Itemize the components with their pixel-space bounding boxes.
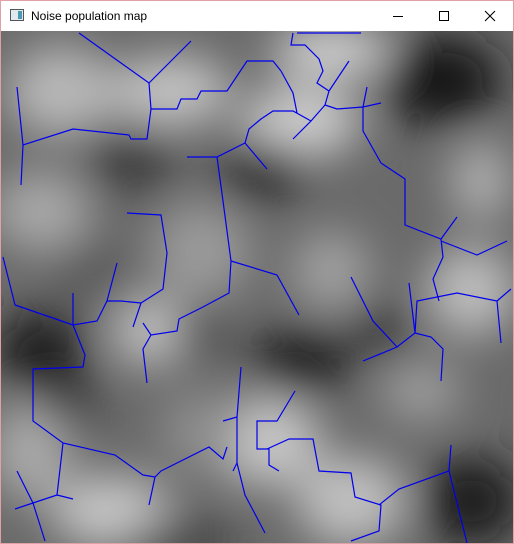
minimize-icon <box>393 16 403 17</box>
minimize-button[interactable] <box>375 1 421 31</box>
map-canvas[interactable] <box>1 31 513 543</box>
window-title: Noise population map <box>31 9 148 23</box>
app-icon <box>10 9 24 21</box>
title-bar[interactable]: Noise population map <box>1 1 513 31</box>
maximize-icon <box>439 11 449 21</box>
maximize-button[interactable] <box>421 1 467 31</box>
noise-map <box>1 31 513 543</box>
close-button[interactable] <box>467 1 513 31</box>
app-window: Noise population map <box>0 0 514 544</box>
close-icon <box>484 10 496 22</box>
